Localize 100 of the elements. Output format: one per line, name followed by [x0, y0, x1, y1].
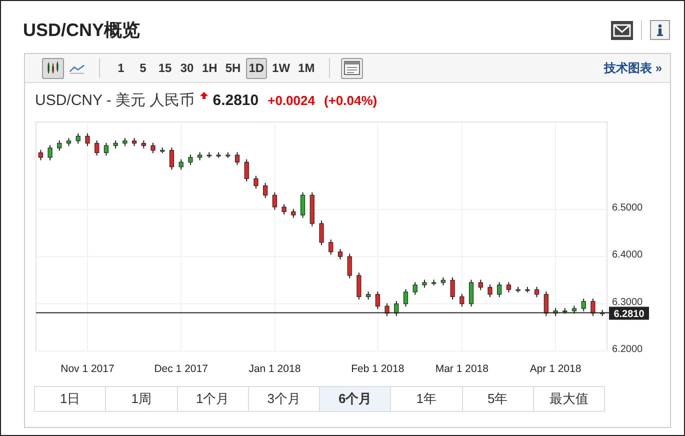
y-axis-label: 6.2000: [612, 344, 643, 355]
candlestick: [178, 158, 184, 170]
mail-icon[interactable]: [611, 20, 633, 40]
candlestick: [338, 248, 343, 260]
x-axis-label: Nov 1 2017: [60, 363, 114, 375]
range-tab[interactable]: 1周: [105, 386, 178, 412]
candlestick: [300, 192, 306, 218]
interval-button[interactable]: 30: [177, 58, 197, 78]
candlestick: [347, 253, 352, 279]
candlestick: [432, 279, 436, 286]
candlestick: [600, 309, 605, 317]
candlestick: [169, 147, 174, 170]
candlestick: [57, 140, 62, 152]
last-price: 6.2810: [212, 92, 259, 108]
range-tab[interactable]: 5年: [462, 386, 534, 412]
y-axis-label: 6.3000: [612, 296, 643, 308]
x-axis-label: Mar 1 2018: [435, 363, 488, 375]
pair-name: USD/CNY - 美元 人民币: [35, 90, 195, 110]
interval-button[interactable]: 1W: [269, 58, 294, 78]
candlestick: [38, 149, 43, 161]
candlestick: [234, 152, 240, 166]
range-tab[interactable]: 3个月: [248, 386, 320, 412]
candlestick: [226, 152, 230, 158]
candlestick: [150, 142, 156, 154]
candlestick: [525, 286, 530, 293]
candlestick: [440, 276, 446, 286]
candlestick: [85, 132, 90, 147]
candlestick: [534, 286, 540, 298]
x-axis-label: Dec 1 2017: [154, 363, 208, 375]
candlestick: [160, 147, 165, 154]
candlestick: [76, 132, 80, 144]
y-axis-label: 6.4000: [612, 250, 643, 261]
candlestick: [291, 208, 296, 218]
percent-change: (+0.04%): [324, 92, 378, 108]
candlestick: [216, 152, 221, 158]
range-tab[interactable]: 最大值: [532, 386, 605, 412]
candlestick: [272, 192, 277, 210]
candlestick: [94, 140, 100, 156]
candlestick: [375, 291, 380, 310]
candlestick: [48, 144, 52, 161]
range-tab[interactable]: 1个月: [176, 386, 249, 412]
range-tab[interactable]: 1年: [390, 386, 462, 412]
candlestick: [206, 152, 212, 158]
range-tab[interactable]: 1日: [34, 386, 106, 412]
candlestick: [581, 298, 586, 312]
candlestick: [122, 138, 128, 147]
y-axis-label: 6.5000: [612, 202, 643, 214]
interval-button[interactable]: 1M: [295, 58, 318, 78]
interval-button[interactable]: 5H: [222, 58, 244, 78]
interval-button[interactable]: 1D: [246, 58, 268, 78]
price-tag: 6.2810: [609, 306, 649, 320]
candlestick: [394, 300, 399, 317]
range-tab[interactable]: 6个月: [319, 386, 392, 412]
x-axis-label: Feb 1 2018: [351, 363, 404, 375]
candlestick: [328, 239, 334, 256]
interval-button[interactable]: 5: [133, 58, 153, 78]
candlestick: [506, 282, 512, 293]
candlestick-icon: [45, 60, 61, 76]
interval-button[interactable]: 1: [111, 58, 131, 78]
candlestick: [544, 291, 548, 317]
candlestick: [516, 286, 520, 293]
candlestick: [244, 158, 249, 182]
table-icon: [344, 61, 360, 75]
candlestick: [113, 140, 118, 149]
candlestick: [366, 291, 371, 300]
candlestick: [254, 175, 258, 190]
x-axis-label: Jan 1 2018: [248, 363, 301, 375]
candlestick: [282, 204, 286, 216]
candlestick: [356, 272, 362, 300]
interval-button[interactable]: 15: [155, 58, 175, 78]
table-view-button[interactable]: [340, 58, 363, 78]
candlestick: [188, 154, 193, 166]
page-title: USD/CNY概览: [23, 19, 142, 42]
candlestick: [403, 288, 408, 308]
x-axis-label: Apr 1 2018: [530, 363, 582, 375]
candlestick: [263, 182, 268, 199]
candlestick: [310, 192, 314, 227]
technical-chart-link[interactable]: 技术图表 »: [604, 60, 662, 76]
candlestick: [468, 279, 474, 308]
candlestick: [198, 152, 202, 161]
candlestick: [450, 276, 455, 300]
candlestick: [553, 308, 558, 317]
candlestick: [460, 293, 464, 308]
candlestick: [141, 140, 146, 149]
interval-button[interactable]: 1H: [199, 58, 220, 78]
candlestick: [132, 138, 137, 147]
candlestick: [384, 302, 390, 317]
candlestick: [488, 284, 492, 298]
candlestick: [66, 138, 72, 147]
info-icon[interactable]: [650, 20, 670, 40]
candlestick: [590, 298, 596, 317]
candlestick: [422, 279, 427, 288]
price-change: +0.0024: [268, 92, 315, 108]
candlestick: [104, 142, 108, 156]
candlestick-chart-button[interactable]: [42, 58, 64, 78]
candlestick: [497, 282, 502, 298]
ref-line-label: 6.2810: [614, 308, 645, 320]
candlestick: [478, 279, 483, 291]
candlestick: [562, 308, 568, 314]
candlestick: [319, 220, 324, 246]
